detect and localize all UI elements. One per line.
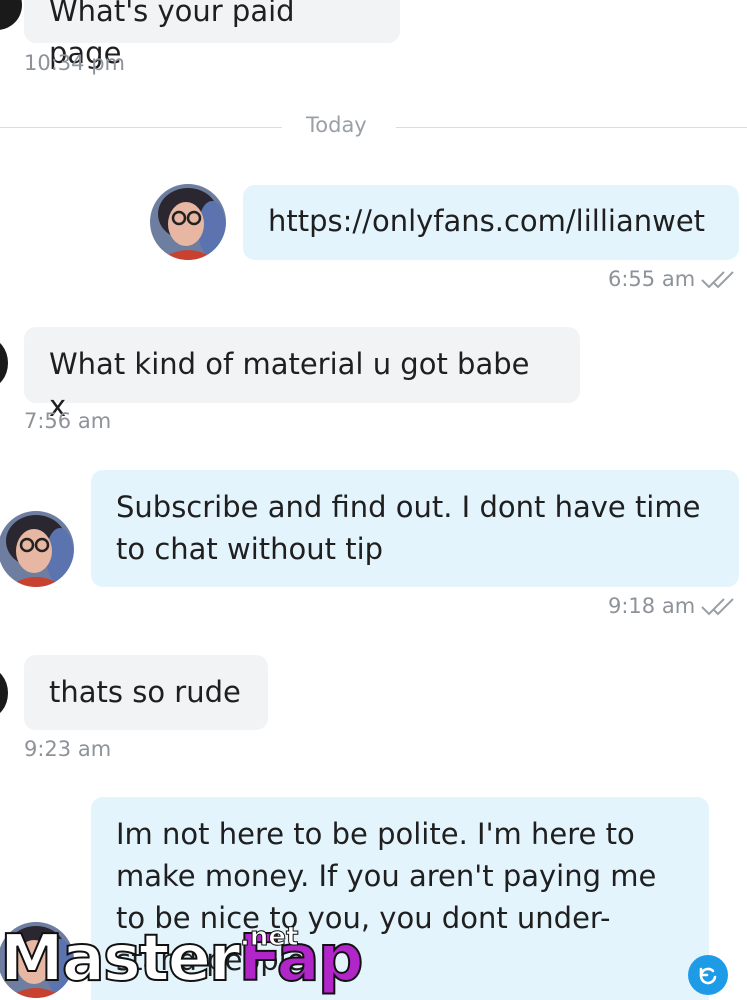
watermark-text-part1: Master	[0, 922, 242, 996]
message-bubble-incoming[interactable]: thats so rude	[24, 655, 268, 730]
profile-photo-icon	[150, 184, 226, 260]
message-timestamp: 7:56 am	[24, 409, 112, 433]
scroll-to-bottom-icon	[699, 967, 717, 985]
message-bubble-outgoing[interactable]: Subscribe and find out. I dont have time…	[91, 470, 739, 587]
peer-avatar[interactable]	[0, 338, 8, 388]
message-bubble-outgoing[interactable]: https://onlyfans.com/lillianwet	[243, 185, 739, 260]
message-text: https://onlyfans.com/lillianwet	[268, 204, 706, 238]
double-check-icon	[701, 271, 734, 289]
profile-photo-icon	[0, 511, 74, 587]
double-check-icon	[701, 598, 734, 616]
peer-avatar[interactable]	[0, 0, 22, 30]
message-timestamp: 6:55 am	[608, 267, 696, 291]
message-bubble-incoming[interactable]: What's your paid page	[24, 0, 400, 70]
date-divider-line	[0, 127, 282, 128]
message-timestamp: 9:18 am	[608, 594, 696, 618]
message-text: What kind of material u got babe x	[49, 347, 530, 423]
message-bubble-incoming[interactable]: What kind of material u got babe x	[24, 327, 580, 423]
message-timestamp: 10:34 pm	[24, 51, 125, 75]
peer-avatar[interactable]	[0, 668, 8, 718]
message-text: thats so rude	[49, 675, 241, 709]
watermark-suffix: .net	[239, 922, 299, 953]
date-divider-label: Today	[306, 113, 367, 137]
date-divider-line	[396, 127, 747, 128]
own-avatar[interactable]	[150, 184, 226, 260]
message-text: Subscribe and find out. I dont have time…	[116, 490, 701, 566]
scroll-to-bottom-button[interactable]	[688, 955, 728, 995]
own-avatar[interactable]	[0, 511, 74, 587]
message-timestamp: 9:23 am	[24, 737, 112, 761]
